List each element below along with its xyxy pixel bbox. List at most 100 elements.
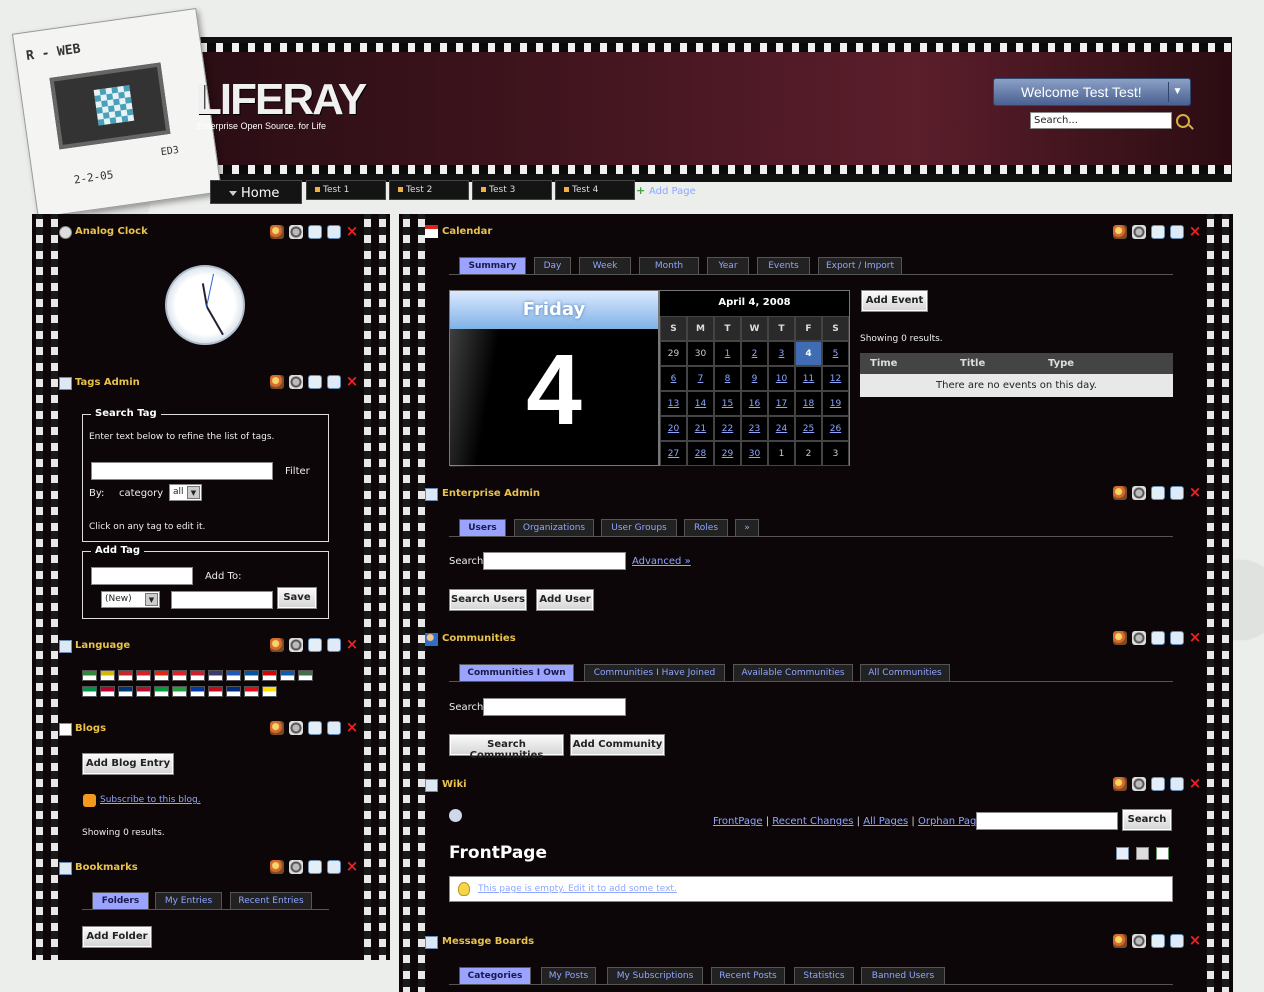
calendar-day[interactable]: 16 (741, 391, 768, 416)
calendar-day[interactable]: 11 (795, 366, 822, 391)
wiki-search-input[interactable] (976, 812, 1118, 830)
language-flag-icon[interactable] (226, 670, 241, 681)
tab-recent-entries[interactable]: Recent Entries (230, 892, 312, 909)
calendar-day[interactable]: 25 (795, 416, 822, 441)
logo-text[interactable]: LIFERAY (195, 75, 367, 125)
language-flag-icon[interactable] (172, 686, 187, 697)
language-flag-icon[interactable] (154, 686, 169, 697)
close-icon[interactable]: × (1188, 776, 1202, 791)
maximize-icon[interactable] (1170, 934, 1184, 948)
print-icon[interactable] (1136, 847, 1149, 860)
tab-recent-posts[interactable]: Recent Posts (711, 967, 785, 984)
minimize-icon[interactable] (1151, 225, 1165, 239)
calendar-day[interactable]: 2 (741, 341, 768, 366)
language-flag-icon[interactable] (154, 670, 169, 681)
language-flag-icon[interactable] (118, 670, 133, 681)
calendar-day[interactable]: 5 (822, 341, 849, 366)
tab-users[interactable]: Users (459, 519, 506, 536)
look-and-feel-icon[interactable] (270, 638, 284, 652)
gear-icon[interactable] (1132, 486, 1146, 500)
add-user-button[interactable]: Add User (536, 589, 594, 611)
close-icon[interactable]: × (1188, 933, 1202, 948)
calendar-day[interactable]: 3 (768, 341, 795, 366)
look-and-feel-icon[interactable] (1113, 777, 1127, 791)
look-and-feel-icon[interactable] (1113, 631, 1127, 645)
gear-icon[interactable] (289, 860, 303, 874)
calendar-day[interactable]: 10 (768, 366, 795, 391)
tag-type-select[interactable]: all ▼ (169, 484, 202, 501)
maximize-icon[interactable] (327, 638, 341, 652)
calendar-day[interactable]: 23 (741, 416, 768, 441)
calendar-day[interactable]: 13 (660, 391, 687, 416)
language-flag-icon[interactable] (118, 686, 133, 697)
language-flag-icon[interactable] (82, 670, 97, 681)
close-icon[interactable]: × (345, 224, 359, 239)
look-and-feel-icon[interactable] (270, 375, 284, 389)
welcome-menu[interactable]: Welcome Test Test! ▼ (993, 78, 1191, 106)
tab-statistics[interactable]: Statistics (794, 967, 854, 984)
tab-export-import[interactable]: Export / Import (818, 257, 902, 274)
language-flag-icon[interactable] (244, 670, 259, 681)
look-and-feel-icon[interactable] (270, 225, 284, 239)
minimize-icon[interactable] (1151, 777, 1165, 791)
tab-user-groups[interactable]: User Groups (601, 519, 677, 536)
tab-communities-i-own[interactable]: Communities I Own (459, 664, 574, 681)
add-folder-button[interactable]: Add Folder (82, 926, 152, 948)
gear-icon[interactable] (1132, 934, 1146, 948)
calendar-day-today[interactable]: 4 (795, 341, 822, 366)
gear-icon[interactable] (289, 721, 303, 735)
language-flag-icon[interactable] (82, 686, 97, 697)
nav-tab-test-2[interactable]: Test 2 (389, 180, 469, 200)
close-icon[interactable]: × (1188, 485, 1202, 500)
subscribe-link[interactable]: Subscribe to this blog. (100, 795, 201, 805)
language-flag-icon[interactable] (226, 686, 241, 697)
look-and-feel-icon[interactable] (1113, 225, 1127, 239)
look-and-feel-icon[interactable] (270, 860, 284, 874)
logo-card[interactable]: R - WEB 2-2-05 ED3 (11, 7, 223, 219)
calendar-day[interactable]: 8 (714, 366, 741, 391)
calendar-day[interactable]: 9 (741, 366, 768, 391)
close-icon[interactable]: × (345, 720, 359, 735)
tab-folders[interactable]: Folders (92, 892, 149, 909)
language-flag-icon[interactable] (100, 686, 115, 697)
add-blog-entry-button[interactable]: Add Blog Entry (82, 753, 174, 775)
gear-icon[interactable] (1132, 631, 1146, 645)
advanced-search-link[interactable]: Advanced » (632, 556, 691, 567)
calendar-day[interactable]: 6 (660, 366, 687, 391)
minimize-icon[interactable] (1151, 486, 1165, 500)
calendar-day[interactable]: 17 (768, 391, 795, 416)
calendar-day[interactable]: 19 (822, 391, 849, 416)
look-and-feel-icon[interactable] (1113, 934, 1127, 948)
maximize-icon[interactable] (1170, 777, 1184, 791)
wiki-link-all-pages[interactable]: All Pages (863, 816, 908, 827)
tab-banned-users[interactable]: Banned Users (861, 967, 945, 984)
new-category-input[interactable] (171, 591, 273, 609)
gear-icon[interactable] (289, 225, 303, 239)
close-icon[interactable]: × (1188, 630, 1202, 645)
tab-roles[interactable]: Roles (684, 519, 728, 536)
save-button[interactable]: Save (277, 587, 317, 609)
calendar-day[interactable]: 7 (687, 366, 714, 391)
search-communities-button[interactable]: Search Communities (449, 734, 564, 761)
add-page-link[interactable]: + Add Page (636, 185, 696, 197)
language-flag-icon[interactable] (190, 670, 205, 681)
maximize-icon[interactable] (1170, 225, 1184, 239)
nav-tab-test-4[interactable]: Test 4 (555, 180, 635, 200)
chevron-down-icon[interactable]: ▼ (1168, 82, 1186, 102)
minimize-icon[interactable] (1151, 631, 1165, 645)
minimize-icon[interactable] (308, 860, 322, 874)
calendar-day[interactable]: 24 (768, 416, 795, 441)
calendar-day[interactable]: 20 (660, 416, 687, 441)
tab-my-posts[interactable]: My Posts (541, 967, 596, 984)
calendar-day[interactable]: 14 (687, 391, 714, 416)
gear-icon[interactable] (289, 638, 303, 652)
nav-tab-test-3[interactable]: Test 3 (472, 180, 552, 200)
look-and-feel-icon[interactable] (1113, 486, 1127, 500)
search-icon[interactable] (1176, 114, 1190, 128)
wiki-link-frontpage[interactable]: FrontPage (713, 816, 763, 827)
tab-month[interactable]: Month (639, 257, 699, 274)
calendar-day[interactable]: 18 (795, 391, 822, 416)
wiki-link-recent-changes[interactable]: Recent Changes (772, 816, 853, 827)
calendar-day[interactable]: 29 (714, 441, 741, 466)
wiki-empty-link[interactable]: This page is empty. Edit it to add some … (478, 884, 677, 894)
